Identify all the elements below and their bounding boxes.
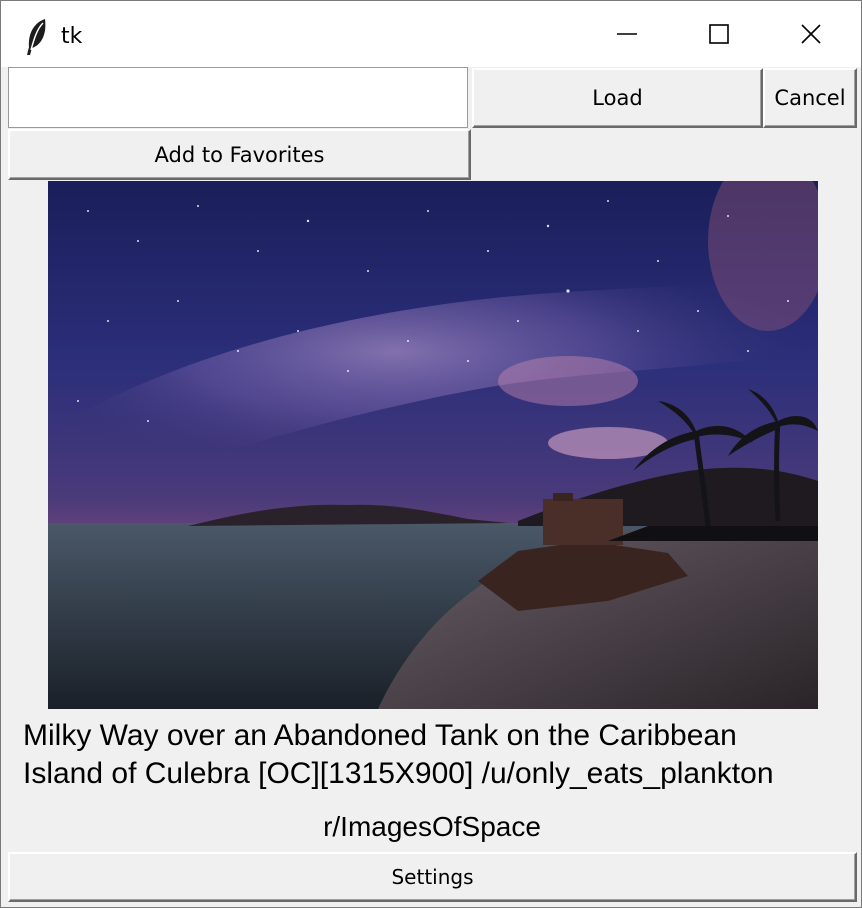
subreddit-label: r/ImagesOfSpace xyxy=(323,811,541,842)
load-button[interactable]: Load xyxy=(472,68,763,128)
close-icon xyxy=(801,24,821,44)
feather-icon xyxy=(27,19,46,55)
settings-button[interactable]: Settings xyxy=(8,852,857,902)
url-input[interactable] xyxy=(8,67,468,128)
title-bar[interactable]: tk xyxy=(1,1,861,67)
post-caption: Milky Way over an Abandoned Tank on the … xyxy=(23,719,774,790)
maximize-icon xyxy=(709,24,729,44)
app-window: tk Load Cancel Add to Favorites Milky Wa… xyxy=(0,0,862,908)
close-button[interactable] xyxy=(765,1,857,67)
maximize-button[interactable] xyxy=(673,1,765,67)
minimize-button[interactable] xyxy=(581,1,673,67)
minimize-icon xyxy=(617,33,637,35)
post-image xyxy=(48,181,818,709)
window-title: tk xyxy=(61,24,83,49)
cancel-button[interactable]: Cancel xyxy=(763,68,857,128)
add-to-favorites-button[interactable]: Add to Favorites xyxy=(8,129,471,180)
